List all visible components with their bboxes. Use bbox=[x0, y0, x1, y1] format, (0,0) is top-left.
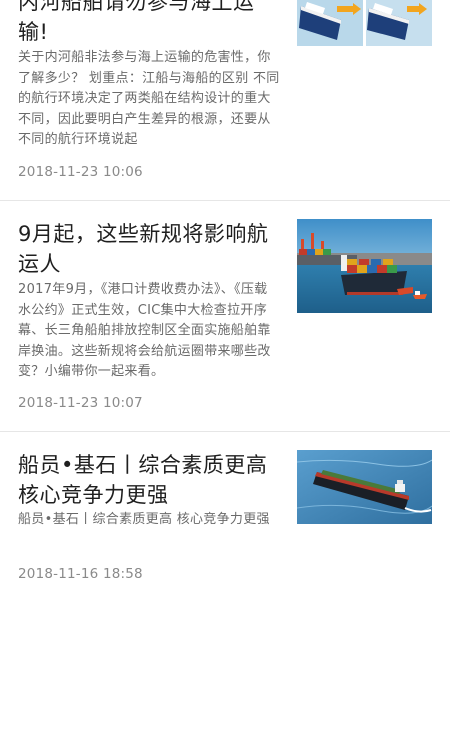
article-card-1[interactable]: 内河船舶请勿参与海上运输! 关于内河船非法参与海上运输的危害性，你了解多少？ 划… bbox=[0, 0, 450, 200]
tanker-at-sea-image bbox=[297, 450, 432, 524]
article-summary: 船员•基石丨综合素质更高 核心竞争力更强 bbox=[18, 512, 270, 527]
article-summary: 2017年9月，《港口计费收费办法》、《压载水公约》正式生效，CIC集中大检查拉… bbox=[18, 282, 271, 379]
article-title[interactable]: 船员•基石丨综合素质更高 核心竞争力更强 bbox=[18, 450, 280, 510]
article-card-3[interactable]: 船员•基石丨综合素质更高 核心竞争力更强 船员•基石丨综合素质更高 核心竞争力更… bbox=[0, 432, 450, 602]
container-ship-port-image bbox=[297, 219, 432, 313]
article-card-2[interactable]: 9月起，这些新规将影响航运人 2017年9月，《港口计费收费办法》、《压载水公约… bbox=[0, 201, 450, 431]
article-title[interactable]: 内河船舶请勿参与海上运输! bbox=[18, 0, 280, 47]
article-summary: 关于内河船非法参与海上运输的危害性，你了解多少？ 划重点：江船与海船的区别 不同… bbox=[18, 50, 280, 147]
article-date: 2018-11-23 10:06 bbox=[18, 164, 143, 180]
two-ships-comparison-image bbox=[297, 0, 432, 46]
article-date: 2018-11-16 18:58 bbox=[18, 566, 143, 582]
article-thumbnail[interactable] bbox=[297, 219, 432, 313]
article-feed: 内河船舶请勿参与海上运输! 关于内河船非法参与海上运输的危害性，你了解多少？ 划… bbox=[0, 0, 450, 750]
article-date: 2018-11-23 10:07 bbox=[18, 395, 143, 411]
article-thumbnail[interactable] bbox=[297, 450, 432, 524]
article-thumbnail[interactable] bbox=[297, 0, 432, 46]
article-title[interactable]: 9月起，这些新规将影响航运人 bbox=[18, 219, 280, 279]
